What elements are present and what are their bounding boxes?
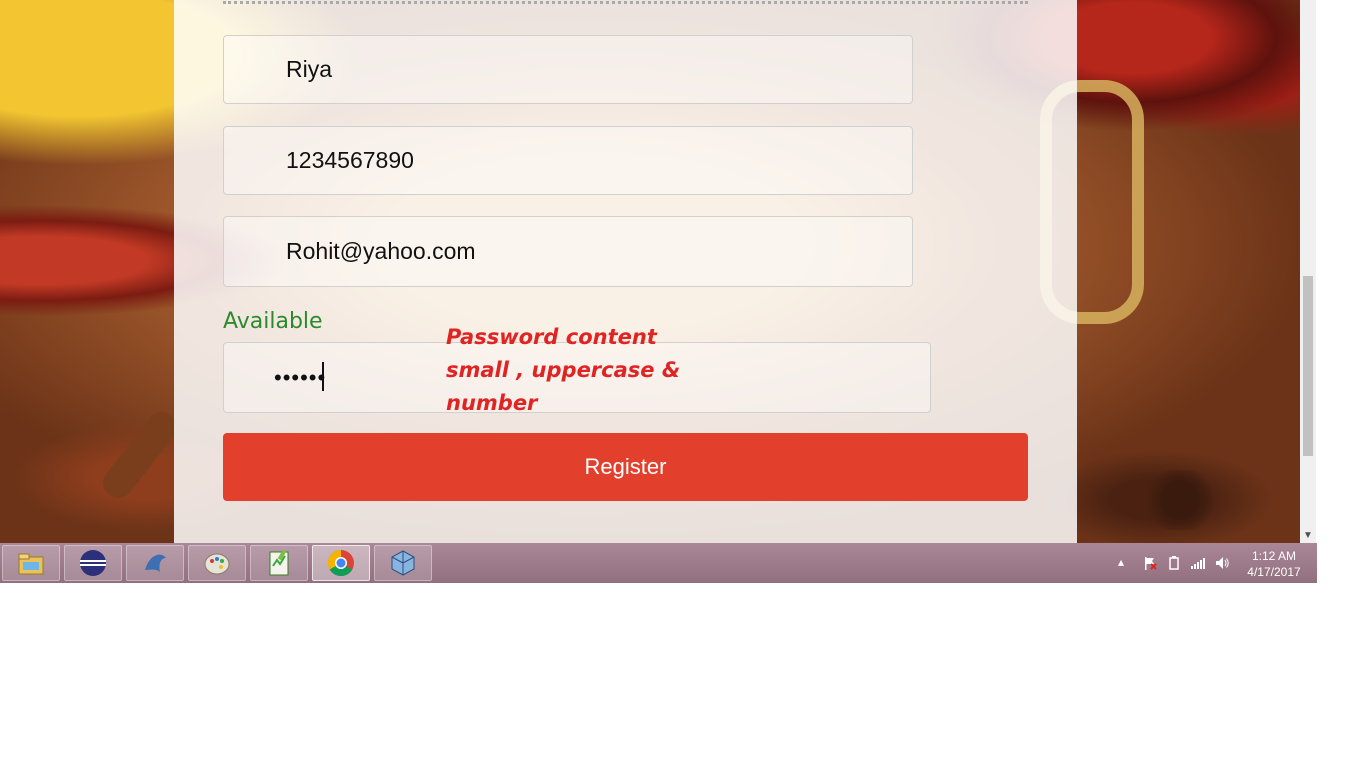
name-field[interactable]: [223, 35, 913, 104]
taskbar-paint[interactable]: [188, 545, 246, 581]
windows-taskbar: ▴ 1:12 AM 4/17/2017: [0, 543, 1317, 583]
chrome-icon: [327, 549, 354, 577]
taskbar-file-explorer[interactable]: [2, 545, 60, 581]
taskbar-chrome[interactable]: [312, 545, 370, 581]
register-button[interactable]: Register: [223, 433, 1028, 501]
phone-field[interactable]: [223, 126, 913, 195]
name-input[interactable]: [224, 36, 912, 103]
availability-status: Available: [223, 309, 323, 334]
taskbar-clock[interactable]: 1:12 AM 4/17/2017: [1240, 548, 1308, 580]
taskbar-eclipse[interactable]: [64, 545, 122, 581]
scroll-down-arrow-icon[interactable]: ▼: [1300, 528, 1316, 543]
registration-panel: Available Password content small , upper…: [174, 0, 1077, 543]
eclipse-icon: [80, 550, 106, 576]
action-center-flag-icon[interactable]: [1142, 555, 1158, 571]
taskbar-mysql[interactable]: [126, 545, 184, 581]
system-tray: ▴: [1118, 543, 1230, 583]
divider: [223, 1, 1028, 4]
password-hint: Password content small , uppercase & num…: [446, 325, 681, 415]
volume-icon[interactable]: [1214, 555, 1230, 571]
show-hidden-icons-arrow-icon[interactable]: ▴: [1118, 555, 1134, 571]
notepad-plus-plus-icon: [269, 549, 289, 576]
paint-palette-icon: [204, 553, 230, 575]
text-caret: [322, 362, 324, 391]
taskbar-virtualbox[interactable]: [374, 545, 432, 581]
virtualbox-icon: [391, 550, 415, 576]
taskbar-notepad-plus-plus[interactable]: [250, 545, 308, 581]
background-decoration: [1130, 470, 1230, 530]
background-decoration: [97, 406, 183, 504]
network-signal-icon[interactable]: [1190, 555, 1206, 571]
page-scrollbar[interactable]: ▼: [1300, 0, 1316, 543]
mysql-dolphin-icon: [145, 554, 166, 572]
power-icon[interactable]: [1166, 555, 1182, 571]
browser-viewport: Available Password content small , upper…: [0, 0, 1316, 543]
email-input[interactable]: [224, 217, 912, 286]
scrollbar-thumb[interactable]: [1303, 276, 1313, 456]
phone-input[interactable]: [224, 127, 912, 194]
file-explorer-icon: [18, 553, 44, 575]
email-field[interactable]: [223, 216, 913, 287]
clock-time: 1:12 AM: [1251, 549, 1297, 563]
clock-date: 4/17/2017: [1247, 565, 1301, 579]
